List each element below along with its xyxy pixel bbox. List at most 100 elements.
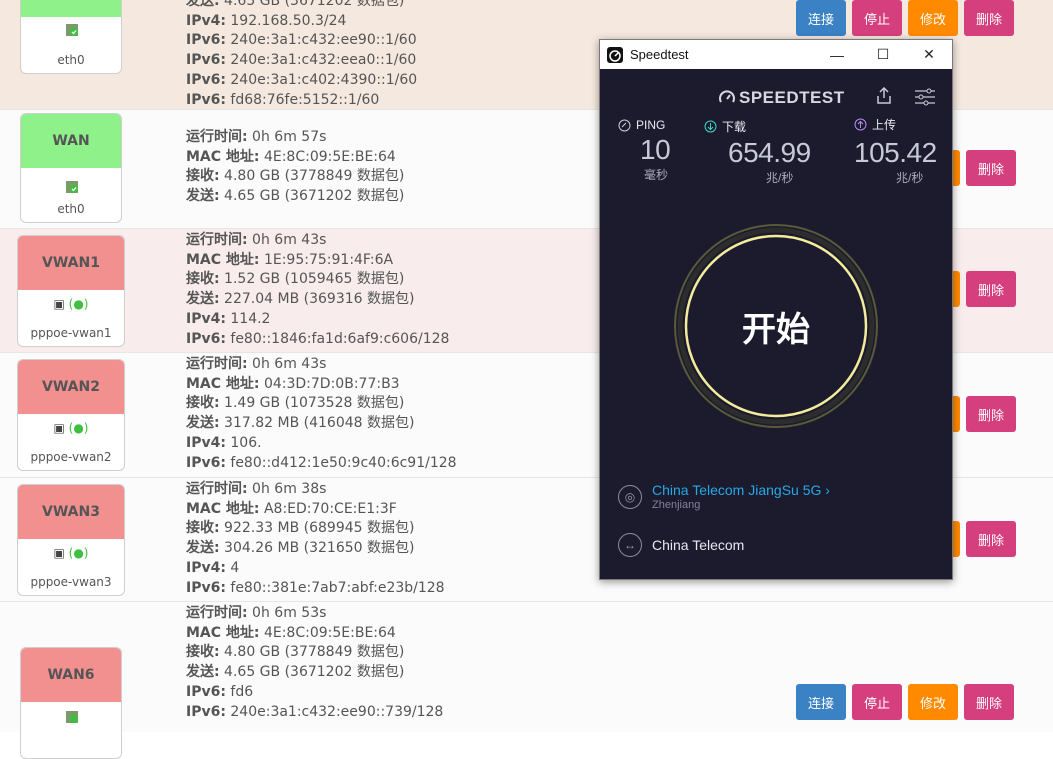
globe-icon: ◎: [618, 484, 642, 509]
minimize-icon[interactable]: —: [814, 40, 860, 69]
speedtest-gauge-icon: [719, 90, 735, 103]
link-arrows-icon: ↔: [618, 533, 642, 557]
info-line: IPv4: 106.: [186, 434, 262, 451]
device-name: pppoe-vwan1: [30, 326, 112, 340]
maximize-icon[interactable]: ☐: [860, 40, 906, 69]
info-line: IPv6: fe80::381e:7ab7:abf:e23b/128: [186, 579, 445, 596]
interface-name: VWAN3: [42, 504, 100, 520]
connect-button[interactable]: 连接: [796, 0, 846, 36]
stop-button[interactable]: 停止: [852, 0, 902, 36]
info-line: IPv4: 4: [186, 559, 240, 576]
interface-card-lan[interactable]: eth0: [20, 0, 122, 74]
download-unit: 兆/秒: [766, 171, 794, 185]
start-button[interactable]: 开始: [673, 223, 879, 429]
upload-icon: [854, 118, 867, 131]
info-line: 接收: 4.80 GB (3778849 数据包): [186, 168, 405, 185]
monitor-icon: ▣: [53, 421, 65, 435]
monitor-icon: ▣: [53, 546, 65, 560]
server-selector[interactable]: ◎ China Telecom JiangSu 5G › Zhenjiang: [618, 482, 830, 511]
interface-card-vwan1[interactable]: VWAN1 ▣ (●) pppoe-vwan1: [17, 235, 125, 347]
interface-card-wan6[interactable]: WAN6: [20, 647, 122, 759]
close-icon[interactable]: ✕: [906, 40, 952, 69]
info-line: MAC 地址: A8:ED:70:CE:E1:3F: [186, 500, 397, 517]
window-title: Speedtest: [630, 47, 689, 62]
info-line: MAC 地址: 04:3D:7D:0B:77:B3: [186, 375, 400, 392]
interface-card-footer: ▣ (●) pppoe-vwan2: [18, 414, 124, 470]
row-actions: 连接 停止 修改 删除: [796, 684, 1014, 720]
upload-metric: 上传 105.42 兆/秒: [854, 116, 937, 186]
share-icon[interactable]: [876, 87, 892, 105]
delete-button[interactable]: 删除: [964, 684, 1014, 720]
info-line: 发送: 4.65 GB (3671202 数据包): [186, 664, 405, 681]
interface-card-footer: eth0: [21, 17, 121, 73]
interface-card-wan[interactable]: WAN eth0: [20, 113, 122, 223]
device-name: pppoe-vwan2: [30, 450, 112, 464]
info-line: IPv6: fd68:76fe:5152::1/60: [186, 91, 380, 108]
info-line: MAC 地址: 4E:8C:09:5E:BE:64: [186, 148, 396, 165]
interface-name: VWAN1: [42, 255, 100, 271]
interface-name: VWAN2: [42, 379, 100, 395]
ping-icon: [618, 119, 631, 131]
upload-label-row: 上传: [854, 116, 937, 133]
interface-info: 运行时间: 0h 6m 43s MAC 地址: 04:3D:7D:0B:77:B…: [186, 355, 457, 473]
info-line: IPv4: 192.168.50.3/24: [186, 12, 347, 29]
interface-card-footer: eth0: [21, 168, 121, 222]
interface-card-header: [21, 0, 121, 17]
delete-button[interactable]: 删除: [966, 271, 1016, 307]
connect-button[interactable]: 连接: [796, 684, 846, 720]
info-line: IPv6: 240e:3a1:c402:4390::1/60: [186, 71, 418, 88]
info-line: 接收: 922.33 MB (689945 数据包): [186, 520, 415, 537]
device-name: eth0: [57, 53, 85, 67]
window-titlebar[interactable]: Speedtest — ☐ ✕: [600, 40, 952, 69]
interface-card-vwan3[interactable]: VWAN3 ▣ (●) pppoe-vwan3: [17, 484, 125, 596]
device-name: eth0: [57, 202, 85, 216]
info-line: 接收: 1.49 GB (1073528 数据包): [186, 395, 405, 412]
stop-button[interactable]: 停止: [852, 684, 902, 720]
info-line: 发送: 4.65 GB (3671202 数据包): [186, 188, 405, 205]
edit-button[interactable]: 修改: [908, 684, 958, 720]
row-actions: 连接 停止 修改 删除: [796, 0, 1014, 36]
interface-info: 运行时间: 0h 6m 53s MAC 地址: 4E:8C:09:5E:BE:6…: [186, 604, 443, 722]
info-line: IPv6: 240e:3a1:c432:ee90::739/128: [186, 703, 444, 720]
delete-button[interactable]: 删除: [966, 150, 1016, 186]
ppp-link-icon: (●): [68, 421, 89, 435]
ppp-link-icon: (●): [68, 297, 89, 311]
ppp-link-icon: (●): [68, 546, 89, 560]
ping-label-row: PING: [618, 118, 670, 132]
interface-info: 运行时间: 0h 6m 57s MAC 地址: 4E:8C:09:5E:BE:6…: [186, 128, 404, 207]
info-line: 发送: 304.26 MB (321650 数据包): [186, 540, 415, 557]
delete-button[interactable]: 删除: [964, 0, 1014, 36]
brand-text: SPEEDTEST: [739, 88, 845, 107]
info-line: IPv6: fe80::d412:1e50:9c40:6c91/128: [186, 454, 457, 471]
interface-card-header: WAN: [21, 114, 121, 168]
isp-info: ↔ China Telecom: [618, 533, 744, 557]
upload-unit: 兆/秒: [896, 171, 924, 185]
edit-button[interactable]: 修改: [908, 0, 958, 36]
info-line: 运行时间: 0h 6m 38s: [186, 481, 327, 497]
ping-value: 10: [640, 134, 671, 165]
settings-sliders-icon[interactable]: [914, 88, 936, 106]
delete-button[interactable]: 删除: [966, 396, 1016, 432]
interface-card-footer: ▣ (●) pppoe-vwan1: [18, 290, 124, 346]
interface-info: 运行时间: 0h 6m 43s MAC 地址: 1E:95:75:91:4F:6…: [186, 231, 449, 349]
info-line: MAC 地址: 1E:95:75:91:4F:6A: [186, 251, 394, 268]
pppoe-status-icons: ▣ (●): [18, 546, 124, 560]
interface-name: WAN6: [47, 667, 95, 683]
interface-card-vwan2[interactable]: VWAN2 ▣ (●) pppoe-vwan2: [17, 359, 125, 471]
isp-name: China Telecom: [652, 537, 745, 553]
monitor-icon: ▣: [53, 297, 65, 311]
info-line: 发送: 227.04 MB (369316 数据包): [186, 291, 415, 308]
interface-name: WAN: [52, 133, 90, 149]
speedtest-window: Speedtest — ☐ ✕ SPEEDTEST PING 10 毫秒 下载 …: [599, 39, 953, 580]
delete-button[interactable]: 删除: [966, 521, 1016, 557]
pppoe-status-icons: ▣ (●): [18, 297, 124, 311]
info-line: 发送: 4.65 GB (3671202 数据包): [186, 0, 405, 9]
info-line: IPv4: 114.2: [186, 310, 271, 327]
network-port-icon: [66, 181, 78, 193]
server-name[interactable]: China Telecom JiangSu 5G ›: [652, 482, 830, 498]
interface-card-header: VWAN3: [18, 485, 124, 539]
info-line: IPv6: 240e:3a1:c432:ee90::1/60: [186, 32, 417, 49]
device-name: pppoe-vwan3: [30, 575, 112, 589]
info-line: 接收: 4.80 GB (3778849 数据包): [186, 644, 405, 661]
info-line: IPv6: fe80::1846:fa1d:6af9:c606/128: [186, 330, 450, 347]
